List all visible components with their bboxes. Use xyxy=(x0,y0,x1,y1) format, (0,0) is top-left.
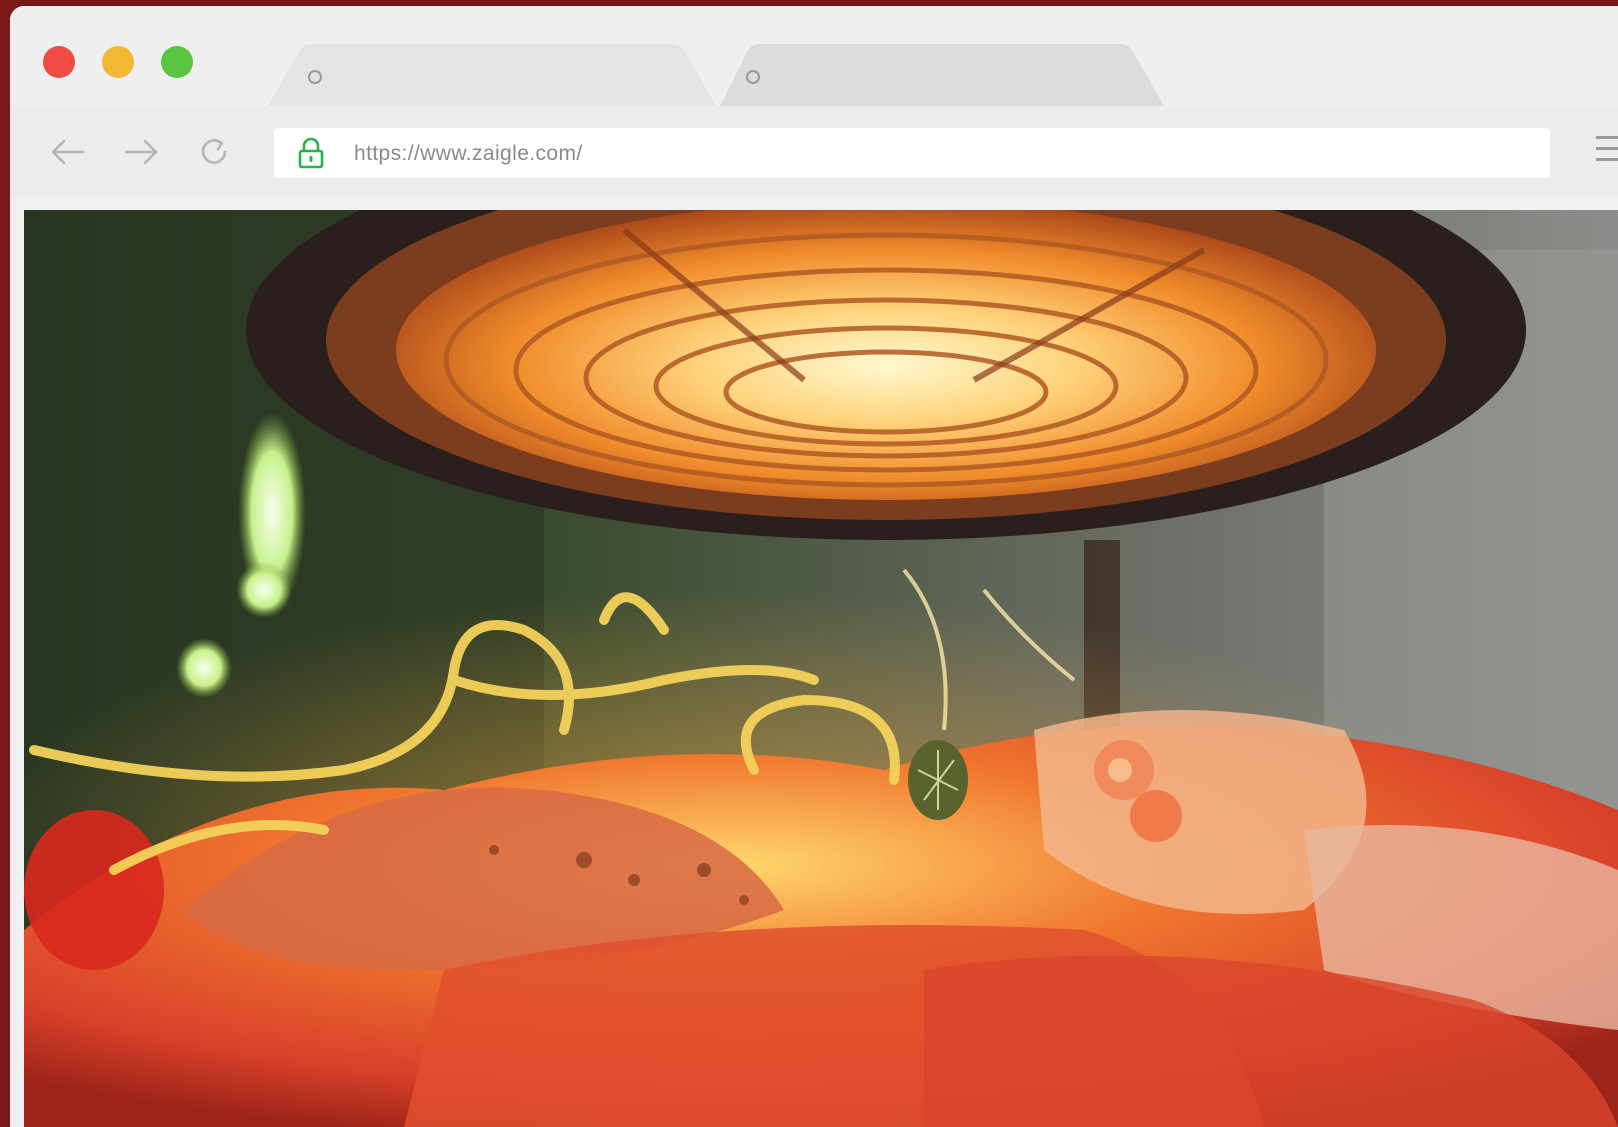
page-content-photo xyxy=(24,210,1618,1127)
title-bar xyxy=(10,6,1618,106)
minimize-window-button[interactable] xyxy=(102,46,134,78)
tab-shape xyxy=(720,44,1164,106)
tab-1[interactable] xyxy=(268,44,718,106)
reload-icon xyxy=(201,138,227,164)
hamburger-menu-icon xyxy=(1596,136,1618,139)
lock-icon xyxy=(298,137,324,169)
browser-window: https://www.zaigle.com/ xyxy=(10,6,1618,1127)
tab-2[interactable] xyxy=(720,44,1170,106)
close-window-button[interactable] xyxy=(43,46,75,78)
forward-button[interactable] xyxy=(121,134,161,170)
food-under-heat-lamp-photo xyxy=(24,210,1618,1127)
url-text[interactable]: https://www.zaigle.com/ xyxy=(354,142,583,166)
arrow-right-icon xyxy=(124,139,158,165)
tab-favicon-icon xyxy=(746,70,760,84)
address-bar[interactable]: https://www.zaigle.com/ xyxy=(274,128,1550,178)
arrow-left-icon xyxy=(51,139,85,165)
maximize-window-button[interactable] xyxy=(161,46,193,78)
reload-button[interactable] xyxy=(194,134,234,170)
browser-toolbar: https://www.zaigle.com/ xyxy=(10,106,1618,198)
back-button[interactable] xyxy=(48,134,88,170)
tab-favicon-icon xyxy=(308,70,322,84)
menu-button[interactable] xyxy=(1596,136,1618,166)
tab-shape xyxy=(268,44,716,106)
